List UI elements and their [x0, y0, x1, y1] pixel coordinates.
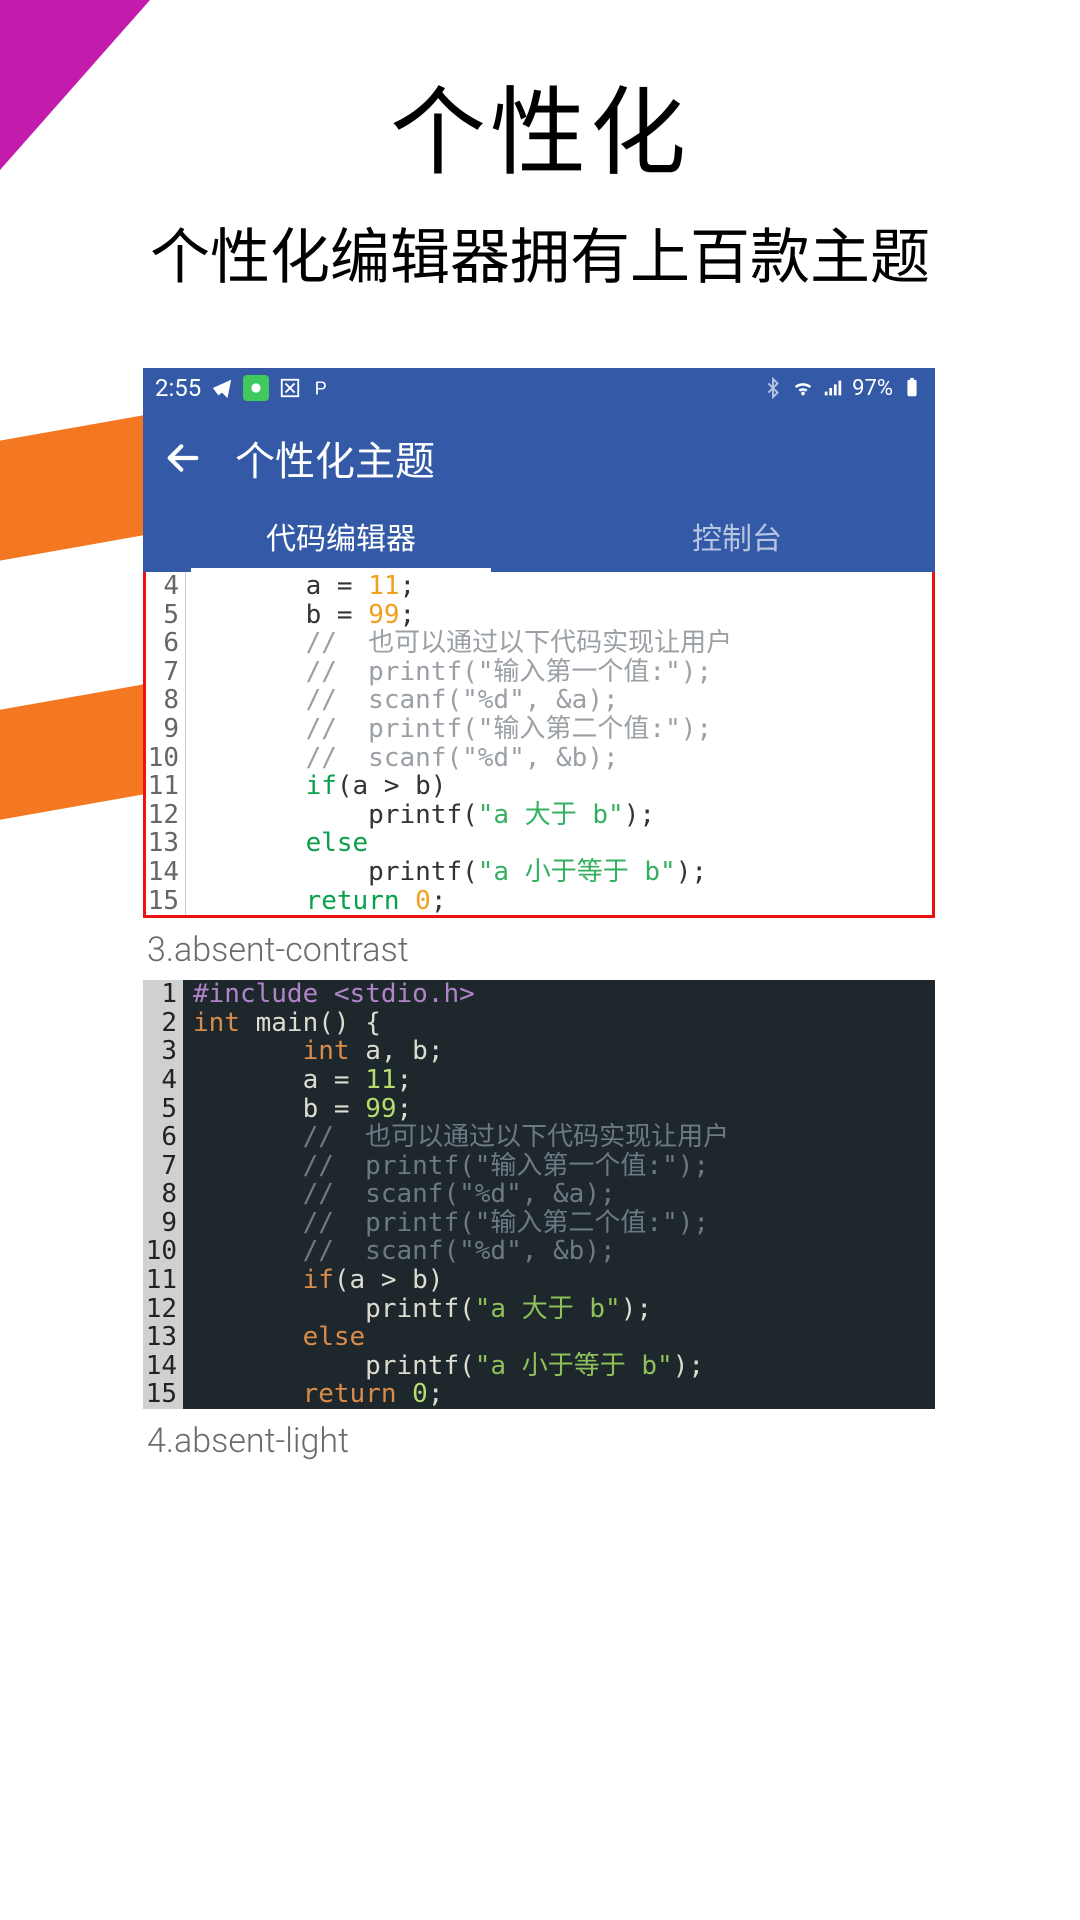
line-number: 5: [143, 1095, 183, 1124]
line-number: 14: [146, 858, 186, 887]
line-number: 3: [143, 1037, 183, 1066]
line-number: 8: [146, 686, 186, 715]
code-line: printf("a 大于 b");: [186, 801, 655, 830]
code-line: printf("a 大于 b");: [183, 1295, 652, 1324]
line-number: 15: [146, 887, 186, 916]
line-number: 12: [143, 1295, 183, 1324]
code-line: a = 11;: [186, 572, 415, 601]
code-line: // printf("输入第二个值:");: [183, 1209, 709, 1238]
hero: 个性化 个性化编辑器拥有上百款主题: [0, 0, 1080, 296]
line-number: 10: [146, 744, 186, 773]
code-line: return 0;: [183, 1380, 443, 1409]
status-time: 2:55: [155, 374, 201, 402]
line-number: 13: [146, 829, 186, 858]
line-number: 14: [143, 1352, 183, 1381]
code-line: return 0;: [186, 887, 446, 916]
code-line: b = 99;: [183, 1095, 412, 1124]
code-line: int main() {: [183, 1009, 381, 1038]
code-line: #include <stdio.h>: [183, 980, 475, 1009]
code-line: if(a > b): [183, 1266, 443, 1295]
status-bar-right: 97%: [762, 376, 923, 401]
theme-label-4: 4.absent-light: [143, 1409, 935, 1471]
p-icon: P: [311, 377, 333, 399]
code-line: b = 99;: [186, 601, 415, 630]
tabs: 代码编辑器 控制台: [143, 498, 935, 572]
tab-code-editor[interactable]: 代码编辑器: [143, 498, 539, 572]
code-line: a = 11;: [183, 1066, 412, 1095]
line-number: 6: [146, 629, 186, 658]
code-line: printf("a 小于等于 b");: [186, 858, 707, 887]
line-number: 1: [143, 980, 183, 1009]
line-number: 11: [146, 772, 186, 801]
code-line: printf("a 小于等于 b");: [183, 1352, 704, 1381]
hero-title: 个性化: [0, 55, 1080, 194]
code-line: else: [186, 829, 368, 858]
back-button[interactable]: [163, 438, 203, 478]
battery-percent: 97%: [852, 376, 893, 401]
telegram-icon: [211, 377, 233, 399]
code-line: // printf("输入第一个值:");: [183, 1152, 709, 1181]
code-preview-light: 4 a = 11; 5 b = 99; 6 // 也可以通过以下代码实现让用户 …: [143, 572, 935, 918]
status-bar-left: 2:55 P: [155, 374, 333, 402]
cross-box-icon: [279, 377, 301, 399]
code-line: int a, b;: [183, 1037, 443, 1066]
battery-icon: [901, 377, 923, 399]
hero-subtitle: 个性化编辑器拥有上百款主题: [0, 209, 1080, 296]
line-number: 4: [146, 572, 186, 601]
line-number: 4: [143, 1066, 183, 1095]
code-line: // scanf("%d", &b);: [186, 744, 619, 773]
line-number: 11: [143, 1266, 183, 1295]
code-line: if(a > b): [186, 772, 446, 801]
code-line: // 也可以通过以下代码实现让用户: [183, 1123, 729, 1152]
camera-icon: [243, 375, 269, 401]
code-line: // printf("输入第一个值:");: [186, 658, 712, 687]
svg-text:P: P: [315, 377, 327, 398]
code-line: // scanf("%d", &a);: [183, 1180, 616, 1209]
line-number: 7: [146, 658, 186, 687]
signal-icon: [822, 377, 844, 399]
theme-label-3: 3.absent-contrast: [143, 918, 935, 980]
line-number: 9: [146, 715, 186, 744]
phone-frame: 2:55 P 97%: [143, 368, 935, 1471]
line-number: 10: [143, 1237, 183, 1266]
code-line: // scanf("%d", &b);: [183, 1237, 616, 1266]
line-number: 15: [143, 1380, 183, 1409]
line-number: 13: [143, 1323, 183, 1352]
line-number: 5: [146, 601, 186, 630]
line-number: 12: [146, 801, 186, 830]
code-line: else: [183, 1323, 365, 1352]
code-line: // printf("输入第二个值:");: [186, 715, 712, 744]
app-bar: 个性化主题 代码编辑器 控制台: [143, 408, 935, 572]
line-number: 7: [143, 1152, 183, 1181]
appbar-title: 个性化主题: [235, 429, 435, 487]
wifi-icon: [792, 377, 814, 399]
decor-bar-orange-2: [0, 681, 160, 828]
line-number: 6: [143, 1123, 183, 1152]
tab-console[interactable]: 控制台: [539, 498, 935, 572]
line-number: 8: [143, 1180, 183, 1209]
decor-bar-orange-1: [0, 412, 160, 567]
line-number: 9: [143, 1209, 183, 1238]
code-preview-dark: 1#include <stdio.h> 2int main() { 3 int …: [143, 980, 935, 1409]
code-line: // scanf("%d", &a);: [186, 686, 619, 715]
line-number: 2: [143, 1009, 183, 1038]
bluetooth-icon: [762, 377, 784, 399]
status-bar: 2:55 P 97%: [143, 368, 935, 408]
code-line: // 也可以通过以下代码实现让用户: [186, 629, 732, 658]
